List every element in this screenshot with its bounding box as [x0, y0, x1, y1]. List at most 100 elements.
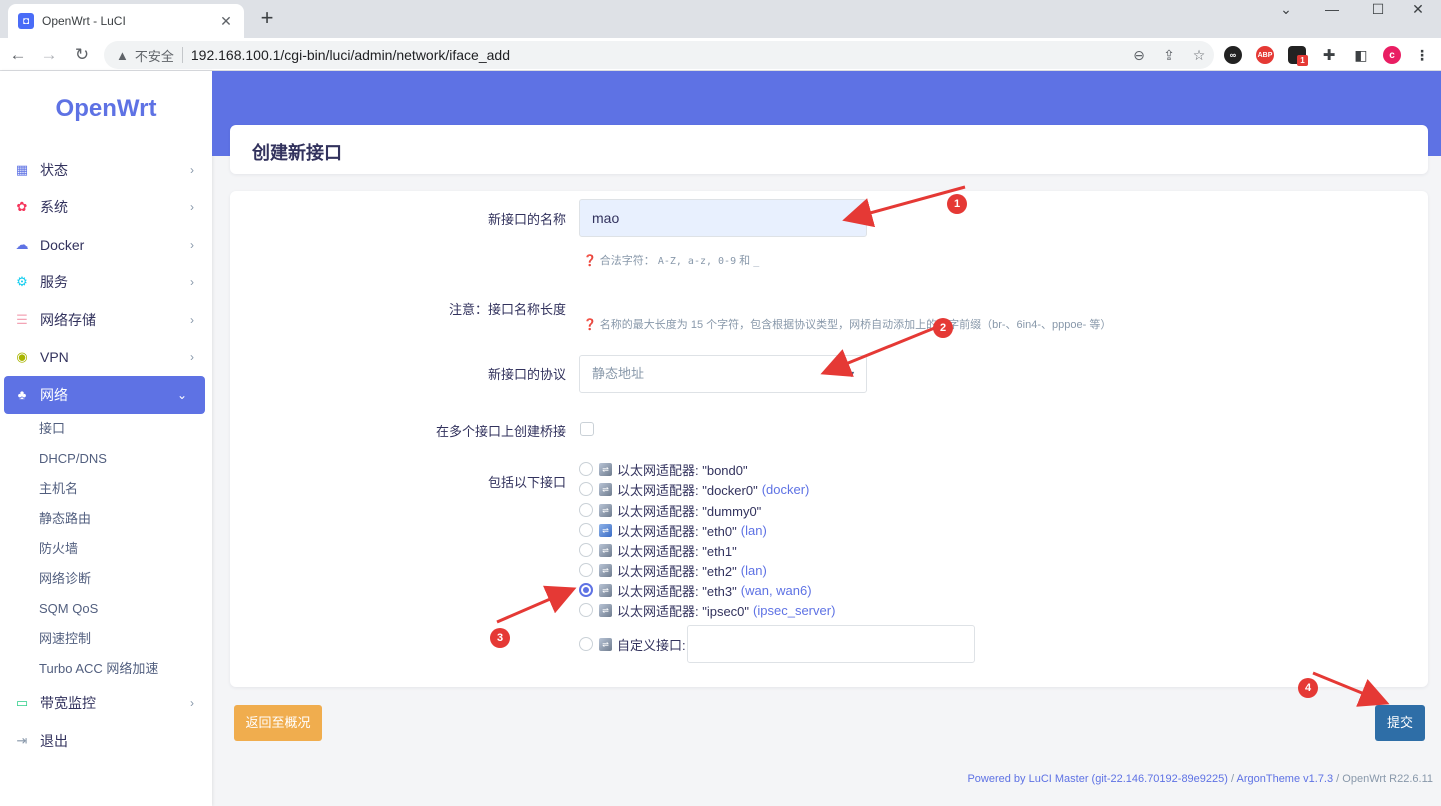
extension-infinity-icon[interactable]: ∞ [1224, 46, 1242, 64]
sidebar-item-label: 状态 [40, 161, 68, 178]
profile-avatar[interactable]: c [1383, 46, 1401, 64]
form-card: 新接口的名称 mao ❓ 合法字符： A-Z, a-z, 0-9 和 _ 注意：… [230, 191, 1428, 687]
info-icon: ❓ [583, 255, 597, 267]
tab-title: OpenWrt - LuCI [42, 14, 126, 28]
sidebar-sub-item-hostnames[interactable]: 主机名 [0, 474, 212, 504]
interface-option-custom[interactable]: ⇌ 自定义接口: [579, 634, 686, 654]
forward-arrow-icon[interactable]: → [37, 43, 61, 67]
chevron-right-icon: › [190, 350, 194, 365]
dashboard-icon: ▦ [15, 161, 29, 177]
menu-dots-icon[interactable]: ⋮ [1413, 46, 1431, 64]
interface-radio[interactable] [579, 563, 593, 577]
bookmark-star-icon[interactable]: ☆ [1184, 47, 1214, 64]
interface-radio-selected[interactable] [579, 583, 593, 597]
info-icon: ❓ [583, 319, 597, 331]
interface-name-input[interactable]: mao [579, 199, 867, 237]
share-icon[interactable]: ⇪ [1154, 47, 1184, 64]
warning-icon[interactable]: ▲ [116, 48, 129, 63]
sidebar-sub-item-turbo-acc[interactable]: Turbo ACC 网络加速 [0, 654, 212, 684]
sidebar-item-label: VPN [40, 349, 69, 366]
interface-radio[interactable] [579, 603, 593, 617]
interface-radio[interactable] [579, 482, 593, 496]
sidebar-item-storage[interactable]: ☰ 网络存储 › [0, 301, 212, 339]
back-to-overview-button[interactable]: 返回至概况 [234, 705, 322, 741]
bridge-label: 在多个接口上创建桥接 [435, 424, 566, 439]
interface-option-eth2[interactable]: ⇌ 以太网适配器: "eth2" (lan) [579, 560, 767, 580]
divider [181, 47, 183, 63]
sidebar-sub-item-interfaces[interactable]: 接口 [0, 414, 212, 444]
extension-box-icon[interactable]: 1 [1288, 46, 1308, 66]
bridge-checkbox[interactable] [580, 422, 594, 436]
interface-radio[interactable] [579, 637, 593, 651]
puzzle-extensions-icon[interactable]: ✚ [1320, 46, 1338, 64]
minimize-icon[interactable]: — [1309, 0, 1355, 18]
chevron-right-icon: › [190, 200, 194, 215]
ethernet-port-icon: ⇌ [599, 637, 612, 651]
interface-option-bond0[interactable]: ⇌ 以太网适配器: "bond0" [579, 459, 752, 479]
close-window-icon[interactable]: ✕ [1395, 0, 1441, 18]
interface-option-eth1[interactable]: ⇌ 以太网适配器: "eth1" [579, 540, 741, 560]
ethernet-port-icon: ⇌ [599, 523, 612, 537]
annotation-badge-3: 3 [490, 628, 510, 648]
sidebar-item-services[interactable]: ⚙ 服务 › [0, 264, 212, 302]
sidebar-sub-item-sqm[interactable]: SQM QoS [0, 594, 212, 624]
sidebar-item-label: 服务 [40, 274, 68, 291]
interface-option-eth3[interactable]: ⇌ 以太网适配器: "eth3" (wan, wan6) [579, 580, 812, 600]
sidebar-item-bandwidth[interactable]: ▭ 带宽监控 › [0, 684, 212, 722]
browser-tab[interactable]: ◘ OpenWrt - LuCI ✕ [8, 4, 244, 38]
sidebar-sub-item-dhcp[interactable]: DHCP/DNS [0, 444, 212, 474]
custom-interface-input[interactable] [687, 625, 975, 663]
monitor-icon: ▭ [15, 695, 29, 711]
adblock-extension-icon[interactable]: ABP [1256, 46, 1274, 64]
annotation-badge-1: 1 [947, 194, 967, 214]
sidebar-sub-item-speed-control[interactable]: 网速控制 [0, 624, 212, 654]
interface-radio[interactable] [579, 523, 593, 537]
back-arrow-icon[interactable]: ← [6, 43, 30, 67]
new-tab-button[interactable]: + [255, 6, 279, 30]
protocol-selected-value: 静态地址 [592, 366, 645, 381]
side-panel-icon[interactable]: ◧ [1352, 46, 1370, 64]
chevron-right-icon: › [190, 237, 194, 252]
sidebar-item-vpn[interactable]: ◉ VPN › [0, 339, 212, 377]
sidebar-item-status[interactable]: ▦ 状态 › [0, 151, 212, 189]
sidebar-menu: ▦ 状态 › ✿ 系统 › ☁ Docker › ⚙ 服务 › ☰ 网络存储 ›… [0, 151, 212, 759]
sidebar-sub-item-diagnostics[interactable]: 网络诊断 [0, 564, 212, 594]
sidebar-item-logout[interactable]: ⇥ 退出 [0, 722, 212, 760]
gear-icon: ✿ [16, 199, 28, 215]
chevron-right-icon: › [190, 696, 194, 711]
url-text[interactable]: 192.168.100.1/cgi-bin/luci/admin/network… [191, 47, 1124, 63]
sidebar-sub-item-routes[interactable]: 静态路由 [0, 504, 212, 534]
interface-option-docker0[interactable]: ⇌ 以太网适配器: "docker0" (docker) [579, 479, 809, 499]
chevron-right-icon: › [190, 275, 194, 290]
close-tab-icon[interactable]: ✕ [218, 13, 234, 30]
sidebar-item-system[interactable]: ✿ 系统 › [0, 189, 212, 227]
tab-search-icon[interactable]: ⌄ [1263, 0, 1309, 18]
ethernet-port-icon: ⇌ [599, 603, 612, 617]
caret-down-icon: ▼ [847, 369, 856, 379]
extension-count-badge: 1 [1297, 55, 1308, 66]
sidebar-sub-item-firewall[interactable]: 防火墙 [0, 534, 212, 564]
sidebar-item-label: Docker [40, 236, 85, 253]
services-icon: ⚙ [16, 274, 28, 290]
interface-option-dummy0[interactable]: ⇌ 以太网适配器: "dummy0" [579, 500, 765, 520]
annotation-badge-4: 4 [1298, 678, 1318, 698]
sidebar-item-docker[interactable]: ☁ Docker › [0, 226, 212, 264]
interface-option-ipsec0[interactable]: ⇌ 以太网适配器: "ipsec0" (ipsec_server) [579, 600, 835, 620]
interface-radio[interactable] [579, 462, 593, 476]
zoom-icon[interactable]: ⊖ [1124, 47, 1154, 64]
interface-radio[interactable] [579, 543, 593, 557]
address-bar[interactable]: ▲ 不安全 192.168.100.1/cgi-bin/luci/admin/n… [104, 41, 1214, 69]
footer-luci-link[interactable]: Powered by LuCI Master (git-22.146.70192… [967, 773, 1228, 785]
ethernet-port-icon: ⇌ [599, 583, 612, 597]
submit-button[interactable]: 提交 [1375, 705, 1425, 741]
sidebar-item-network[interactable]: ♣ 网络 ⌄ [4, 376, 205, 414]
interface-option-eth0[interactable]: ⇌ 以太网适配器: "eth0" (lan) [579, 520, 767, 540]
reload-icon[interactable]: ↻ [70, 43, 94, 67]
protocol-select[interactable]: 静态地址 ▼ [579, 355, 867, 393]
interface-radio[interactable] [579, 503, 593, 517]
openwrt-logo[interactable]: OpenWrt [0, 95, 212, 123]
browser-toolbar: ← → ↻ ▲ 不安全 192.168.100.1/cgi-bin/luci/a… [0, 38, 1441, 71]
footer-theme-link[interactable]: ArgonTheme v1.7.3 [1237, 773, 1334, 785]
ethernet-port-icon: ⇌ [599, 503, 612, 517]
not-secure-label[interactable]: 不安全 [135, 46, 174, 65]
